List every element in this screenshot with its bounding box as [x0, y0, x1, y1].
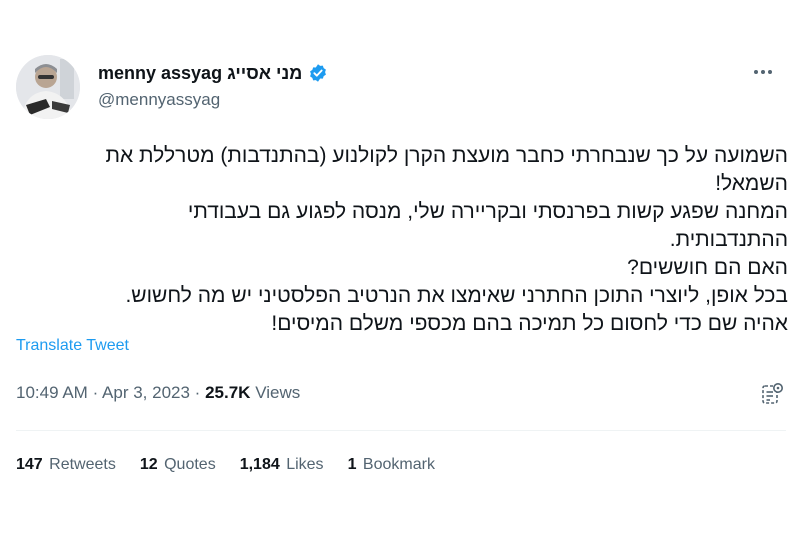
tweet-line: השמועה על כך שנבחרתי כחבר מועצת הקרן לקו…: [105, 144, 788, 167]
views-label: Views: [255, 383, 301, 402]
author-display-name[interactable]: menny assyag מני אסייג: [98, 63, 302, 84]
author-handle[interactable]: @mennyassyag: [98, 90, 220, 110]
engagement-stats: 147 Retweets 12 Quotes 1,184 Likes 1 Boo…: [16, 456, 435, 474]
tweet-line: אהיה שם כדי לחסום כל תמיכה בהם מכספי משל…: [271, 312, 788, 335]
author-name-row: menny assyag מני אסייג: [98, 60, 328, 86]
bookmarks-stat[interactable]: 1 Bookmark: [348, 456, 435, 474]
translate-tweet-link[interactable]: Translate Tweet: [16, 337, 129, 355]
tweet-line: השמאל!: [715, 172, 788, 195]
likes-label: Likes: [286, 456, 324, 473]
verified-badge-icon: [310, 64, 327, 82]
avatar-photo-icon: [16, 55, 80, 119]
tweet-card: menny assyag מני אסייג @mennyassyag השמו…: [0, 0, 800, 533]
bookmarks-count: 1: [347, 456, 357, 473]
dot: [768, 70, 772, 74]
quotes-label: Quotes: [164, 456, 216, 473]
divider: [16, 430, 786, 431]
tweet-line: המחנה שפגע קשות בפרנסתי ובקריירה שלי, מנ…: [187, 200, 788, 223]
tweet-time[interactable]: 10:49 AM: [16, 383, 88, 402]
avatar[interactable]: [16, 55, 80, 119]
quotes-count: 12: [139, 456, 158, 473]
likes-stat[interactable]: 1,184 Likes: [240, 456, 324, 474]
quotes-stat[interactable]: 12 Quotes: [140, 456, 216, 474]
dot: [754, 70, 758, 74]
retweets-label: Retweets: [49, 456, 116, 473]
bookmarks-label: Bookmark: [362, 456, 435, 473]
tweet-line: בכל אופן, ליוצרי התוכן החתרני שאימצו את …: [125, 284, 788, 307]
views-count: 25.7K: [205, 383, 251, 402]
tweet-line: ההתנדבותית.: [669, 228, 788, 251]
dot: [761, 70, 765, 74]
more-options-icon[interactable]: [748, 62, 778, 82]
meta-separator: ·: [92, 383, 99, 402]
meta-separator: ·: [194, 383, 201, 402]
tweet-line: האם הם חוששים?: [627, 256, 788, 279]
tweet-meta: 10:49 AM · Apr 3, 2023 · 25.7K Views: [16, 383, 300, 403]
analytics-icon[interactable]: [758, 380, 786, 408]
tweet-date[interactable]: Apr 3, 2023: [102, 383, 190, 402]
tweet-text: השמועה על כך שנבחרתי כחבר מועצת הקרן לקו…: [16, 142, 788, 338]
retweets-count: 147: [16, 456, 43, 473]
likes-count: 1,184: [239, 456, 280, 473]
retweets-stat[interactable]: 147 Retweets: [16, 456, 116, 474]
